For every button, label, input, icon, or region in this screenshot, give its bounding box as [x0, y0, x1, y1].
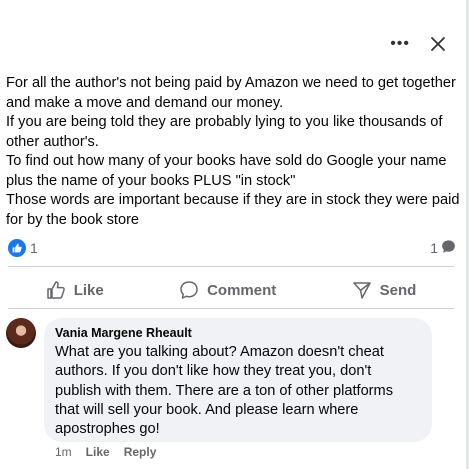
divider: [8, 308, 454, 309]
post-paragraph: Those words are important because if the…: [6, 192, 460, 228]
reaction-summary: 1 1: [8, 239, 456, 257]
post-body: For all the author's not being paid by A…: [6, 74, 461, 230]
comment-like-button[interactable]: Like: [86, 445, 110, 459]
post-dialog: ••• For all the author's not being paid …: [0, 0, 468, 469]
send-outline-icon: [352, 280, 372, 300]
comment-meta: 1m Like Reply: [55, 445, 156, 459]
like-button-label: Like: [73, 281, 104, 299]
send-button[interactable]: Send: [352, 280, 417, 300]
comment-count-number: 1: [430, 240, 438, 256]
comment-author[interactable]: Vania Margene Rheault: [55, 326, 420, 340]
thumbs-up-outline-icon: [46, 280, 66, 300]
send-button-label: Send: [379, 281, 417, 299]
comment-button[interactable]: Comment: [179, 280, 276, 300]
comment-text: What are you talking about? Amazon doesn…: [55, 344, 393, 438]
divider: [8, 266, 454, 267]
like-button[interactable]: Like: [46, 280, 104, 300]
comment-outline-icon: [179, 280, 199, 300]
post-action-bar: Like Comment Send: [8, 276, 454, 304]
like-reaction-count[interactable]: 1: [8, 239, 38, 257]
comment-bubble: Vania Margene Rheault What are you talki…: [44, 318, 432, 442]
comment-count[interactable]: 1: [430, 239, 456, 257]
comment-reply-button[interactable]: Reply: [124, 445, 157, 459]
comment-timestamp[interactable]: 1m: [55, 445, 72, 459]
avatar[interactable]: [6, 318, 36, 348]
more-options-icon[interactable]: •••: [390, 36, 410, 52]
close-icon[interactable]: [430, 36, 446, 52]
post-paragraph: If you are being told they are probably …: [6, 114, 443, 150]
comment-button-label: Comment: [207, 281, 277, 299]
thumbs-up-icon: [8, 239, 26, 257]
like-count: 1: [30, 240, 38, 256]
speech-bubble-icon: [441, 239, 456, 257]
post-paragraph: To find out how many of your books have …: [6, 153, 447, 189]
post-paragraph: For all the author's not being paid by A…: [6, 75, 456, 111]
post-header-actions: •••: [390, 36, 446, 52]
